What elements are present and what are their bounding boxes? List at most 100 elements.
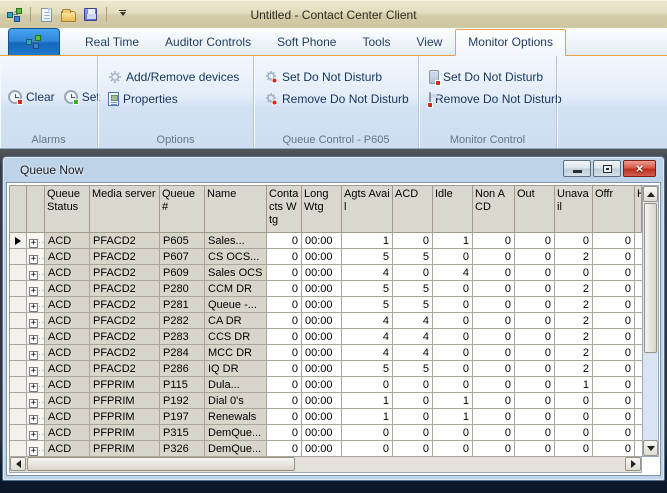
monitor-set-dnd-button[interactable]: Set Do Not Disturb xyxy=(429,70,556,84)
cell-idle: 0 xyxy=(433,281,473,297)
expand-row-icon[interactable]: + xyxy=(29,431,38,440)
cell-name: Sales... xyxy=(205,233,267,249)
tab-real-time[interactable]: Real Time xyxy=(72,29,152,55)
window-title: Untitled - Contact Center Client xyxy=(0,8,667,22)
expand-row-icon[interactable]: + xyxy=(29,367,38,376)
cell-idle: 0 xyxy=(433,297,473,313)
table-row[interactable]: +··ACDPFACD2P282CA DR000:004400020 xyxy=(9,313,642,329)
set-alarm-button[interactable]: Set xyxy=(64,90,100,104)
table-row[interactable]: +··ACDPFACD2P280CCM DR000:005500020 xyxy=(9,281,642,297)
queue-set-dnd-button[interactable]: Set Do Not Disturb xyxy=(264,70,418,84)
horizontal-scrollbar[interactable] xyxy=(9,457,642,473)
table-row[interactable]: +··ACDPFPRIMP192Dial 0's000:001010000 xyxy=(9,393,642,409)
scroll-left-button[interactable] xyxy=(10,457,26,471)
gear-red-dot-icon xyxy=(264,92,278,106)
cell-acd: 0 xyxy=(393,377,433,393)
queue-now-title-bar[interactable]: Queue Now × xyxy=(6,157,661,182)
column-header-queue-number[interactable]: Queue # xyxy=(160,185,205,233)
queue-remove-dnd-button[interactable]: Remove Do Not Disturb xyxy=(264,92,418,106)
cell-long-wtg: 00:00 xyxy=(302,361,342,377)
column-header-out[interactable]: Out xyxy=(515,185,555,233)
properties-button[interactable]: Properties xyxy=(108,92,253,106)
column-header-acd[interactable]: ACD xyxy=(393,185,433,233)
column-header-unavail[interactable]: Unavail xyxy=(555,185,593,233)
column-header-name[interactable]: Name xyxy=(205,185,267,233)
expand-row-icon[interactable]: + xyxy=(29,447,38,456)
cell-acd: 0 xyxy=(393,265,433,281)
cell-idle: 0 xyxy=(433,441,473,457)
expand-row-icon[interactable]: + xyxy=(29,319,38,328)
group-label-monitor-control: Monitor Control xyxy=(419,134,556,146)
cell-row-indicator xyxy=(9,281,27,297)
column-header-contacts-wtg[interactable]: Contacts Wtg xyxy=(267,185,302,233)
grid-body: +··ACDPFACD2P605Sales...000:001010000+··… xyxy=(9,233,642,457)
scroll-down-button[interactable] xyxy=(643,440,658,456)
column-header-expand[interactable] xyxy=(27,185,45,233)
column-header-row-indicator[interactable] xyxy=(9,185,27,233)
expand-row-icon[interactable]: + xyxy=(29,415,38,424)
expand-row-icon[interactable]: + xyxy=(29,287,38,296)
table-row[interactable]: +··ACDPFACD2P607CS OCS...000:005500020 xyxy=(9,249,642,265)
table-row[interactable]: +··ACDPFACD2P609Sales OCS000:004040000 xyxy=(9,265,642,281)
column-header-offr[interactable]: Offr xyxy=(593,185,635,233)
table-row[interactable]: +··ACDPFACD2P283CCS DR000:004400020 xyxy=(9,329,642,345)
column-header-agts-avail[interactable]: Agts Avail xyxy=(342,185,393,233)
expand-row-icon[interactable]: + xyxy=(29,399,38,408)
column-header-media-server[interactable]: Media server xyxy=(90,185,160,233)
table-row[interactable]: +··ACDPFACD2P286IQ DR000:005500020 xyxy=(9,361,642,377)
vertical-scroll-thumb[interactable] xyxy=(644,203,657,353)
expand-row-icon[interactable]: + xyxy=(29,383,38,392)
cell-out: 0 xyxy=(515,345,555,361)
tab-view[interactable]: View xyxy=(403,29,455,55)
file-menu-button[interactable] xyxy=(8,28,60,55)
tab-soft-phone[interactable]: Soft Phone xyxy=(264,29,349,55)
table-row[interactable]: +··ACDPFACD2P605Sales...000:001010000 xyxy=(9,233,642,249)
table-row[interactable]: +··ACDPFPRIMP315DemQue...000:000000000 xyxy=(9,425,642,441)
tab-tools[interactable]: Tools xyxy=(349,29,403,55)
table-row[interactable]: +··ACDPFPRIMP115Dula...000:000000010 xyxy=(9,377,642,393)
tab-monitor-options[interactable]: Monitor Options xyxy=(455,29,566,56)
expand-row-icon[interactable]: + xyxy=(29,271,38,280)
cell-non-acd: 0 xyxy=(473,441,515,457)
cell-queue-number: P315 xyxy=(160,425,205,441)
cell-offr: 0 xyxy=(593,265,635,281)
column-header-idle[interactable]: Idle xyxy=(433,185,473,233)
scroll-up-button[interactable] xyxy=(643,186,658,202)
title-bar: Untitled - Contact Center Client xyxy=(0,0,667,28)
column-header-queue-status[interactable]: Queue Status xyxy=(45,185,90,233)
close-button[interactable]: × xyxy=(623,160,656,177)
queue-now-title: Queue Now xyxy=(6,163,83,177)
scroll-right-button[interactable] xyxy=(625,457,641,471)
cell-partial xyxy=(635,313,642,329)
horizontal-scroll-thumb[interactable] xyxy=(27,457,295,471)
restore-button[interactable] xyxy=(593,160,621,177)
tab-auditor-controls[interactable]: Auditor Controls xyxy=(152,29,264,55)
table-row[interactable]: +··ACDPFACD2P284MCC DR000:004400020 xyxy=(9,345,642,361)
ribbon-group-queue-control: Set Do Not Disturb Remove Do Not Disturb… xyxy=(254,56,419,148)
table-row[interactable]: +··ACDPFPRIMP326DemQue...000:000000000 xyxy=(9,441,642,457)
cell-long-wtg: 00:00 xyxy=(302,441,342,457)
expand-row-icon[interactable]: + xyxy=(29,255,38,264)
column-header-partial[interactable]: H xyxy=(635,185,642,233)
clear-alarm-button[interactable]: Clear xyxy=(8,90,55,104)
vertical-scrollbar[interactable] xyxy=(642,185,659,457)
cell-media-server: PFACD2 xyxy=(90,329,160,345)
cell-partial xyxy=(635,361,642,377)
add-remove-devices-button[interactable]: Add/Remove devices xyxy=(108,70,253,84)
expand-row-icon[interactable]: + xyxy=(29,335,38,344)
monitor-remove-dnd-button[interactable]: Remove Do Not Disturb xyxy=(429,92,556,106)
column-header-long-wtg[interactable]: Long Wtg xyxy=(302,185,342,233)
cell-media-server: PFPRIM xyxy=(90,377,160,393)
table-row[interactable]: +··ACDPFACD2P281Queue -...000:005500020 xyxy=(9,297,642,313)
cell-unavail: 2 xyxy=(555,313,593,329)
expand-row-icon[interactable]: + xyxy=(29,303,38,312)
expand-row-icon[interactable]: + xyxy=(29,351,38,360)
column-header-non-acd[interactable]: Non ACD xyxy=(473,185,515,233)
cell-agts-avail: 5 xyxy=(342,297,393,313)
minimize-button[interactable] xyxy=(563,160,591,177)
cell-offr: 0 xyxy=(593,393,635,409)
cell-expand: +·· xyxy=(27,297,45,313)
table-row[interactable]: +··ACDPFPRIMP197Renewals000:001010000 xyxy=(9,409,642,425)
expand-row-icon[interactable]: + xyxy=(29,239,38,248)
cell-queue-number: P281 xyxy=(160,297,205,313)
